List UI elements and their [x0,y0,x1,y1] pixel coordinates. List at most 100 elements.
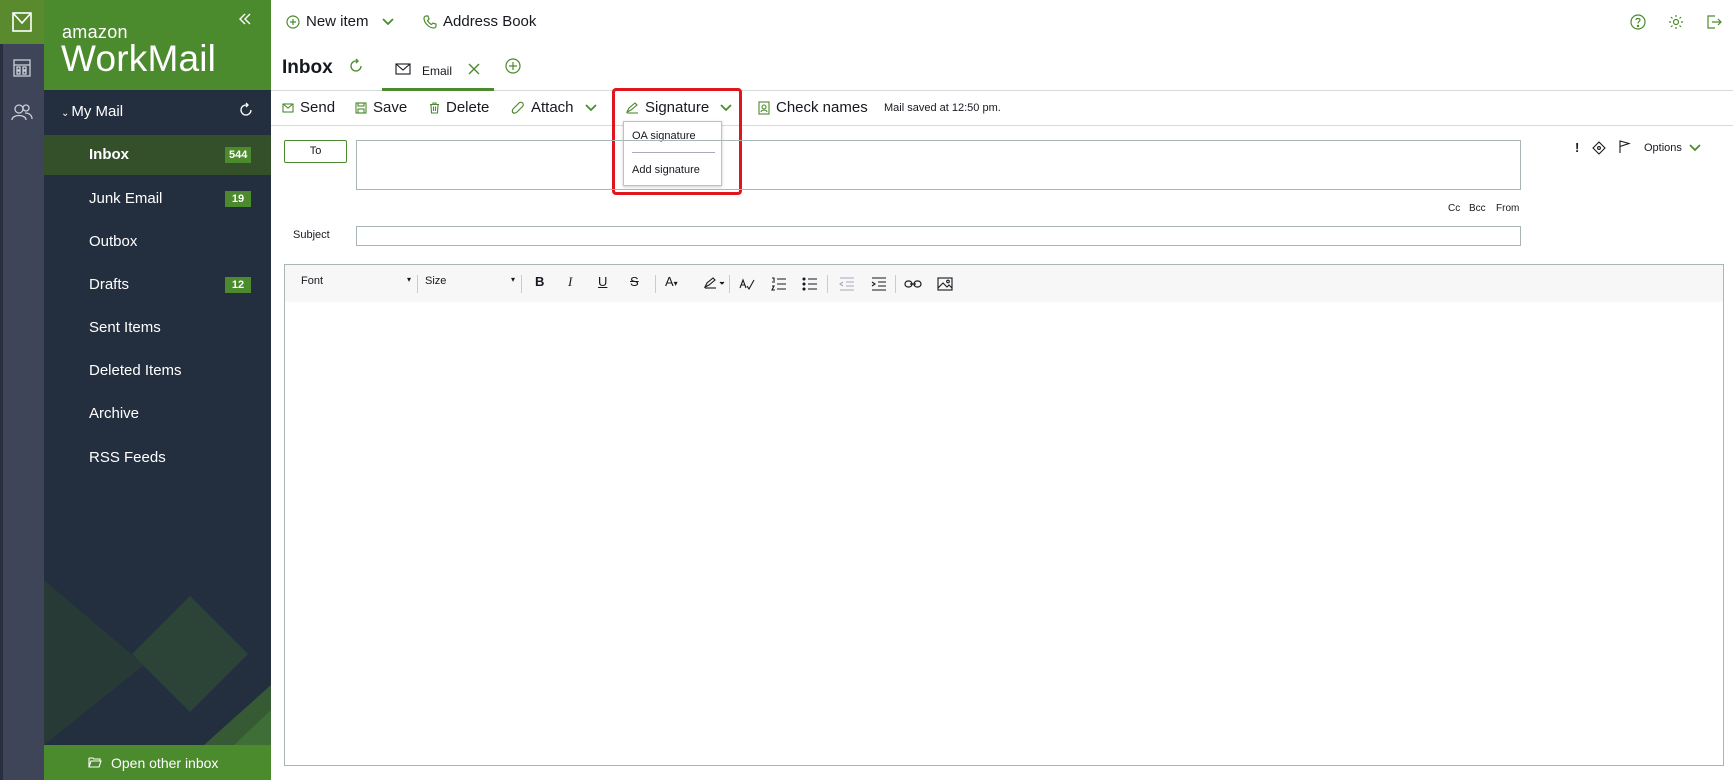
to-field[interactable] [356,140,1521,190]
check-names-label: Check names [776,99,868,116]
font-select[interactable]: Font ▾ [301,275,411,287]
brand-title: WorkMail [61,38,217,79]
delete-button[interactable]: Delete [429,99,489,116]
tab-email-label: Email [422,64,453,78]
new-item-label: New item [306,13,369,30]
image-icon[interactable] [937,277,953,291]
tab-email[interactable]: Email [382,49,494,91]
refresh-icon[interactable] [348,58,364,74]
my-mail-label: ⌄ My Mail [61,103,123,120]
send-button[interactable]: Send [282,99,335,116]
page-title[interactable]: Inbox [282,57,333,79]
address-book-button[interactable]: Address Book [423,13,536,30]
trash-icon [430,101,439,114]
subject-field[interactable] [356,226,1521,246]
message-editor[interactable]: Font ▾ Size ▾ B I U S A▾ [284,264,1724,766]
address-book-label: Address Book [443,13,537,30]
open-other-inbox-button[interactable]: Open other inbox [44,745,271,780]
sidebar: amazon WorkMail ⌄ My Mail Inbox 544 Junk … [44,0,271,780]
attach-label: Attach [531,99,574,116]
plus-circle-icon [286,14,300,29]
save-label: Save [373,99,408,116]
flag-icon[interactable] [1618,140,1632,154]
refresh-icon[interactable] [238,102,254,118]
caret-down-icon: ▾ [510,275,515,284]
subject-label: Subject [293,229,330,241]
section-title: My Mail [71,103,124,120]
options-label: Options [1644,142,1682,154]
folder-drafts[interactable]: Drafts 12 [44,265,271,305]
from-link[interactable]: From [1496,203,1519,214]
link-icon[interactable] [904,279,922,289]
attach-button[interactable]: Attach [511,99,598,116]
envelope-icon [395,63,411,75]
folder-outbox[interactable]: Outbox [44,222,271,262]
folder-name: Sent Items [89,319,161,336]
folder-name: RSS Feeds [89,449,166,466]
italic-icon[interactable]: I [568,274,572,290]
paperclip-icon [511,101,524,114]
tag-icon[interactable] [1592,141,1606,155]
strikethrough-icon[interactable]: S [630,274,639,289]
folder-deleted-items[interactable]: Deleted Items [44,351,271,391]
font-color-icon[interactable]: A▾ [665,274,678,289]
chevron-down-icon [584,103,597,111]
folder-archive[interactable]: Archive [44,394,271,434]
importance-icon[interactable]: ! [1575,140,1579,155]
tab-bar: Inbox Email [271,45,1733,91]
mail-icon[interactable] [0,0,44,44]
compose-toolbar: Send Save Delete Attach Signature Check … [271,91,1733,126]
divider [417,275,418,293]
sidebar-decoration [44,580,271,745]
caret-down-icon: ▾ [406,275,411,284]
chevron-down-icon [381,17,394,25]
add-tab-icon[interactable] [505,58,521,74]
bcc-link[interactable]: Bcc [1469,203,1486,214]
divider [729,275,730,293]
folder-sent-items[interactable]: Sent Items [44,308,271,348]
close-icon[interactable] [467,62,481,76]
chevron-down-icon: ⌄ [61,108,70,119]
highlight-color-icon[interactable] [704,277,726,289]
spellcheck-icon[interactable] [739,277,755,291]
folder-inbox[interactable]: Inbox 544 [44,135,271,175]
app-rail [0,0,44,780]
check-names-button[interactable]: Check names [758,99,868,116]
contacts-icon[interactable] [0,92,44,132]
save-button[interactable]: Save [355,99,407,116]
unread-badge: 544 [225,147,252,163]
new-item-button[interactable]: New item [286,13,395,30]
calendar-icon[interactable] [0,48,44,88]
sign-out-icon[interactable] [1706,14,1722,30]
editor-toolbar: Font ▾ Size ▾ B I U S A▾ [285,265,1723,302]
folder-name: Drafts [89,276,130,293]
cc-link[interactable]: Cc [1448,203,1460,214]
my-mail-section[interactable]: ⌄ My Mail [44,90,271,135]
settings-gear-icon[interactable] [1668,14,1684,30]
to-button[interactable]: To [284,140,347,163]
folder-name: Deleted Items [89,362,182,379]
numbered-list-icon[interactable] [771,277,787,291]
folder-rss-feeds[interactable]: RSS Feeds [44,438,271,478]
chevron-down-icon [1689,144,1701,152]
folder-name: Inbox [89,146,129,163]
brand-header: amazon WorkMail [44,0,271,90]
folder-junk-email[interactable]: Junk Email 19 [44,179,271,219]
indent-icon[interactable] [871,277,887,291]
phone-icon [423,14,437,29]
folder-name: Junk Email [89,190,163,207]
divider [895,275,896,293]
outdent-icon[interactable] [839,277,855,291]
help-icon[interactable] [1630,14,1646,30]
options-button[interactable]: Options [1644,142,1702,154]
divider [827,275,828,293]
collapse-icon[interactable] [238,12,252,26]
bullet-list-icon[interactable] [802,277,818,291]
send-label: Send [300,99,336,116]
folder-open-icon [88,756,102,768]
folder-name: Outbox [89,233,138,250]
underline-icon[interactable]: U [598,274,607,289]
unread-badge: 19 [225,191,251,207]
size-select[interactable]: Size ▾ [425,275,515,287]
bold-icon[interactable]: B [535,274,544,289]
